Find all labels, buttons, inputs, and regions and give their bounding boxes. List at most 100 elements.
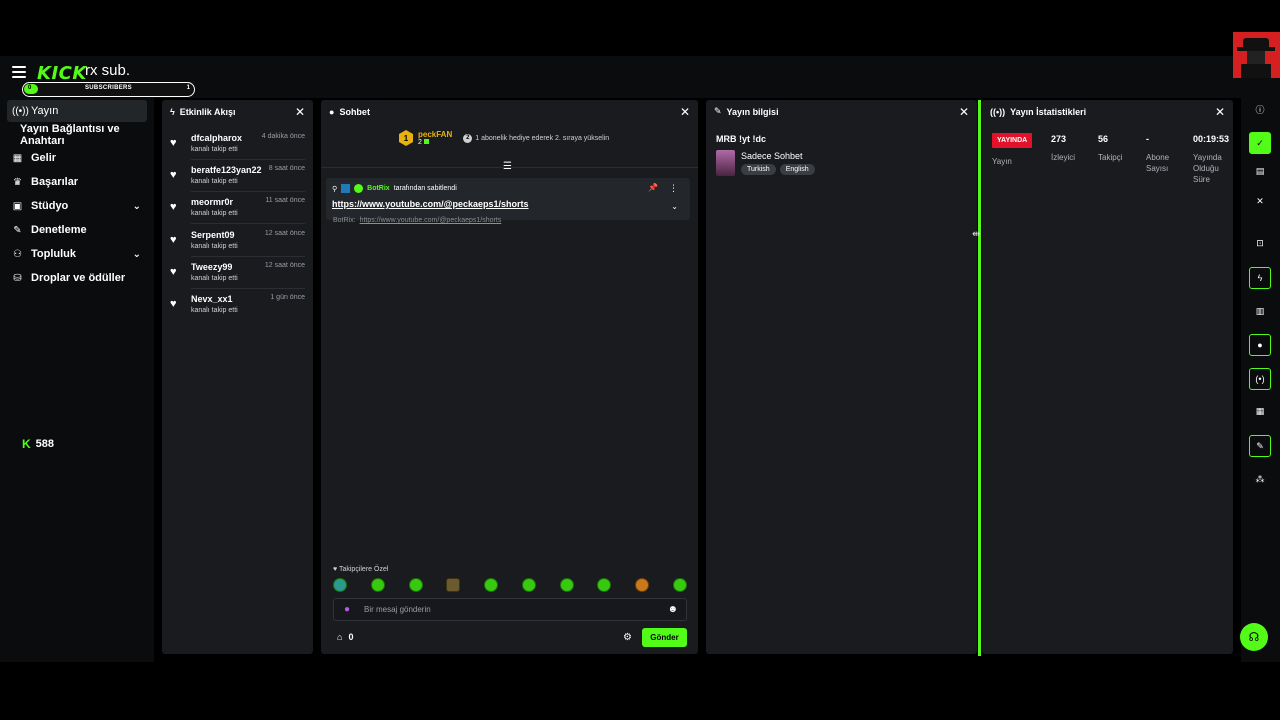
stream-title: MRB !yt !dc — [716, 134, 766, 144]
event-user[interactable]: Serpent09 — [191, 230, 235, 240]
sidebar-item-revenue[interactable]: ▦ Gelir — [7, 147, 147, 169]
send-button[interactable]: Gönder — [642, 628, 687, 647]
emote[interactable] — [521, 578, 536, 592]
event-user[interactable]: meormr0r — [191, 197, 233, 207]
chat-icon[interactable]: ● — [1249, 334, 1271, 356]
wrench-icon: ✎ — [13, 224, 22, 236]
panel-header: ϟ Etkinlik Akışı ✕ — [162, 100, 313, 123]
emote[interactable] — [559, 578, 574, 592]
event-user[interactable]: beratfe123yan22 — [191, 165, 262, 175]
kick-logo[interactable]: KICK — [37, 63, 87, 84]
event-user[interactable]: Nevx_xx1 — [191, 294, 233, 304]
emote[interactable] — [333, 578, 347, 592]
stat-status-label: Yayın — [992, 156, 1012, 167]
close-icon[interactable]: ✕ — [1215, 105, 1225, 119]
event-user[interactable]: dfcalpharox — [191, 133, 242, 143]
menu-icon[interactable] — [12, 66, 26, 78]
event-action: kanalı takip etti — [191, 243, 238, 250]
sidebar-item-moderation[interactable]: ✎ Denetleme — [7, 219, 147, 241]
points-count: 0 — [348, 632, 354, 642]
pinned-by-user[interactable]: BotRix — [367, 185, 390, 192]
channel-points[interactable]: ⌂ 0 — [337, 632, 353, 642]
sidebar-item-stream[interactable]: ((•)) Yayın — [7, 100, 147, 122]
info-icon[interactable]: ⓘ — [1249, 98, 1271, 120]
message-link[interactable]: https://www.youtube.com/@peckaeps1/short… — [360, 217, 502, 224]
stat-value: - — [1146, 134, 1149, 144]
user-avatar[interactable] — [1233, 32, 1280, 78]
heart-icon: ♥ — [170, 266, 177, 278]
broadcast-icon: ((•)) — [990, 106, 1006, 117]
panel-title: Etkinlik Akışı — [179, 106, 236, 117]
heart-icon: ♥ — [170, 298, 177, 310]
more-options-icon[interactable]: ⋮ — [669, 183, 678, 194]
support-headset-icon[interactable]: ☊ — [1240, 623, 1268, 651]
emote[interactable] — [408, 578, 423, 592]
stream-category[interactable]: Sadece Sohbet — [741, 151, 803, 161]
share-icon[interactable]: ⁂ — [1249, 468, 1271, 490]
sidebar-item-achievements[interactable]: ♛ Başarılar — [7, 171, 147, 193]
settings-gear-icon[interactable]: ⚙ — [623, 632, 632, 643]
lightning-icon: ϟ — [170, 106, 175, 117]
people-icon: ⚇ — [13, 248, 22, 260]
sidebar-item-community[interactable]: ⚇ Topluluk ⌄ — [7, 243, 147, 265]
message-input[interactable] — [364, 602, 654, 617]
message-input-box: ● ☻ — [333, 598, 687, 621]
layout-icon[interactable]: ▤ — [1249, 160, 1271, 182]
close-icon[interactable]: ✕ — [959, 105, 969, 119]
emoji-icon[interactable]: ☻ — [667, 604, 678, 615]
focus-icon[interactable]: ⊡ — [1249, 232, 1271, 254]
tag: English — [779, 164, 815, 175]
checkmark-icon[interactable]: ✓ — [1249, 132, 1271, 154]
stream-info-panel: ✎ Yayın bilgisi ✕ MRB !yt !dc Sadece Soh… — [706, 100, 977, 654]
heart-icon: ♥ — [170, 234, 177, 246]
sidebar-item-label: Yayın Bağlantısı ve Anahtarı — [20, 123, 120, 147]
close-icon[interactable]: ✕ — [1249, 190, 1271, 212]
unpin-icon[interactable]: 📌 — [648, 183, 658, 192]
follower-only-text: Takipçilere Özel — [338, 566, 389, 573]
emote[interactable] — [672, 578, 687, 592]
sidebar-item-stream-key[interactable]: Yayın Bağlantısı ve Anahtarı — [15, 123, 165, 147]
event-action: kanalı takip etti — [191, 307, 238, 314]
emote[interactable] — [446, 578, 461, 592]
coin-balance[interactable]: K 588 — [22, 437, 54, 451]
event-user[interactable]: Tweezy99 — [191, 262, 232, 272]
live-status-badge: YAYINDA — [992, 133, 1033, 148]
notes-icon[interactable]: ▥ — [1249, 300, 1271, 322]
chat-message: BotRix: https://www.youtube.com/@peckaep… — [333, 217, 501, 224]
event-time: 12 saat önce — [264, 262, 305, 269]
users-icon[interactable]: ▦ — [1249, 400, 1271, 422]
sidebar-item-drops[interactable]: ⛁ Droplar ve ödüller — [7, 267, 147, 289]
sidebar: ((•)) Yayın Yayın Bağlantısı ve Anahtarı… — [0, 98, 154, 662]
message-user[interactable]: BotRix: — [333, 217, 356, 224]
gifter-name: peckFAN — [418, 130, 453, 139]
emote[interactable] — [370, 578, 385, 592]
panel-title: Yayın İstatistikleri — [1010, 106, 1087, 117]
event-action: kanalı takip etti — [191, 178, 238, 185]
gifter-info[interactable]: peckFAN 2 — [418, 130, 452, 146]
category-thumbnail — [716, 150, 735, 176]
resize-handle[interactable] — [978, 100, 981, 656]
logo-overlay-text: rx sub. — [85, 62, 131, 79]
pin-icon: ⚲ — [332, 185, 338, 193]
microphone-icon[interactable]: ● — [344, 604, 350, 615]
event-time: 11 saat önce — [265, 197, 305, 204]
panel-header: ((•)) Yayın İstatistikleri ✕ — [982, 100, 1233, 123]
kick-coin-icon: K — [22, 437, 31, 451]
close-icon[interactable]: ✕ — [680, 105, 690, 119]
sidebar-item-studio[interactable]: ▣ Stüdyo ⌄ — [7, 195, 147, 217]
emote[interactable] — [484, 578, 499, 592]
wrench-icon[interactable]: ✎ — [1249, 435, 1271, 457]
emote[interactable] — [597, 578, 612, 592]
sidebar-item-label: Topluluk — [31, 248, 77, 260]
panel-header: ✎ Yayın bilgisi ✕ — [706, 100, 977, 123]
emote[interactable] — [635, 578, 650, 592]
chevron-down-icon[interactable]: ⌄ — [671, 202, 678, 211]
pinned-link[interactable]: https://www.youtube.com/@peckaeps1/short… — [332, 199, 528, 209]
heart-icon: ♥ — [170, 201, 177, 213]
resize-arrows-icon[interactable]: ⇹ — [972, 229, 980, 240]
lightning-icon[interactable]: ϟ — [1249, 267, 1271, 289]
stat-label: Yayında Olduğu Süre — [1193, 153, 1222, 184]
pinned-by-suffix: tarafından sabitlendi — [393, 185, 457, 192]
close-icon[interactable]: ✕ — [295, 105, 305, 119]
broadcast-icon[interactable]: (•) — [1249, 368, 1271, 390]
